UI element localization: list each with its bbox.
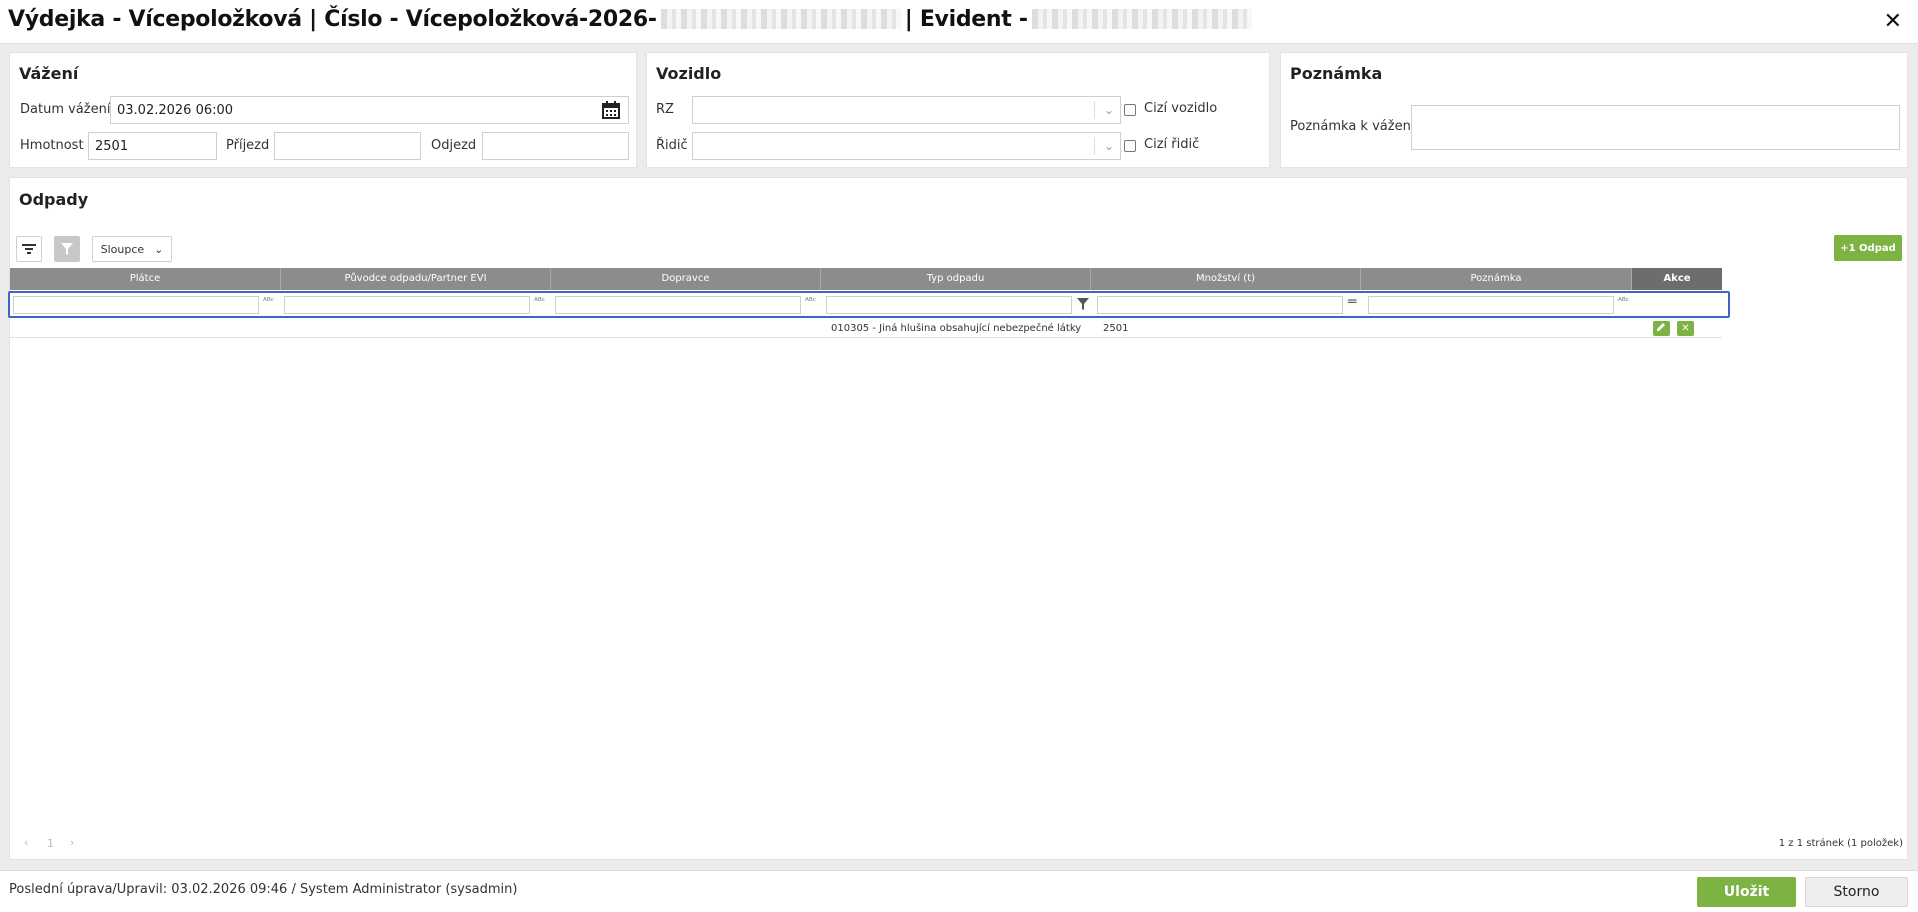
close-icon: ✕ [1681,323,1690,334]
prijezd-input[interactable] [274,132,421,160]
panel-odpady-title: Odpady [19,190,89,209]
column-header-akce: Akce [1632,268,1722,290]
panel-poznamka-title: Poznámka [1290,64,1383,83]
grid-header: Plátce Původce odpadu/Partner EVI Doprav… [10,268,1722,290]
text-filter-icon[interactable]: ᴬᴮᶜ [534,297,545,307]
last-edit-info: Poslední úprava/Upravil: 03.02.2026 09:4… [9,882,518,897]
filter-input-typ-odpadu[interactable] [826,296,1072,314]
cizi-vozidlo-checkbox[interactable] [1124,104,1136,116]
datum-vazeni-input[interactable]: 03.02.2026 06:00 [110,96,629,124]
odjezd-input[interactable] [482,132,629,160]
filter-input-mnozstvi[interactable] [1097,296,1343,314]
text-filter-icon[interactable]: ᴬᴮᶜ [1618,297,1629,307]
panel-poznamka: Poznámka Poznámka k vážení [1280,52,1908,168]
chevron-down-icon[interactable]: ⌄ [1094,101,1114,119]
dialog-title: Výdejka - Vícepoložková | Číslo - Vícepo… [8,7,1256,32]
ridic-label: Řidič [656,138,688,153]
dialog-titlebar: Výdejka - Vícepoložková | Číslo - Vícepo… [0,0,1918,44]
filter-row-button[interactable] [16,236,42,262]
delete-row-button[interactable]: ✕ [1677,321,1694,336]
panel-vazeni: Vážení Datum vážení 03.02.2026 06:00 Hmo… [9,52,637,168]
cizi-vozidlo-label: Cizí vozidlo [1144,101,1218,116]
ridic-select[interactable]: ⌄ [692,132,1121,160]
pencil-icon [1657,323,1665,331]
redacted-number [660,9,901,29]
calendar-icon[interactable] [602,101,620,119]
hmotnost-label: Hmotnost [20,138,84,153]
pager-page-number[interactable]: 1 [47,837,54,850]
edit-row-button[interactable] [1653,321,1670,336]
filter-input-dopravce[interactable] [555,296,801,314]
cizi-ridic-label: Cizí řidič [1144,137,1200,152]
pager-info: 1 z 1 stránek (1 položek) [1778,838,1903,849]
chevron-down-icon[interactable]: ⌄ [1094,137,1114,155]
pager-next-icon[interactable]: › [70,836,74,849]
equals-filter-icon[interactable]: ═ [1348,294,1356,310]
cell-mnozstvi: 2501 [1103,323,1129,334]
clear-filter-button[interactable] [54,236,80,262]
cancel-button[interactable]: Storno [1805,877,1908,907]
filter-row: ᴬᴮᶜ ᴬᴮᶜ ᴬᴮᶜ ═ ᴬᴮᶜ [8,291,1730,318]
panel-vozidlo-title: Vozidlo [656,64,722,83]
text-filter-icon[interactable]: ᴬᴮᶜ [805,297,816,307]
text-filter-icon[interactable]: ᴬᴮᶜ [263,297,274,307]
column-header-poznamka[interactable]: Poznámka [1361,268,1632,290]
column-header-platce[interactable]: Plátce [10,268,281,290]
funnel-icon[interactable] [1077,298,1089,310]
column-header-typ-odpadu[interactable]: Typ odpadu [821,268,1091,290]
prijezd-label: Příjezd [226,138,270,153]
redacted-evident [1031,9,1252,29]
panel-vozidlo: Vozidlo RZ ⌄ Cizí vozidlo Řidič ⌄ Cizí ř… [646,52,1270,168]
filter-input-puvodce[interactable] [284,296,530,314]
save-button[interactable]: Uložit [1697,877,1796,907]
datum-vazeni-label: Datum vážení [20,102,111,117]
clear-filter-icon [61,243,73,255]
column-header-dopravce[interactable]: Dopravce [551,268,821,290]
filter-input-poznamka[interactable] [1368,296,1614,314]
poznamka-textarea[interactable] [1411,105,1900,150]
column-header-puvodce[interactable]: Původce odpadu/Partner EVI [281,268,551,290]
columns-button[interactable]: Sloupce ⌄ [92,236,172,262]
cell-typ-odpadu: 010305 - Jiná hlušina obsahující nebezpe… [831,323,1082,334]
column-header-mnozstvi[interactable]: Množství (t) [1091,268,1361,290]
rz-select[interactable]: ⌄ [692,96,1121,124]
panel-vazeni-title: Vážení [19,64,79,83]
filter-input-platce[interactable] [13,296,259,314]
cizi-ridic-checkbox[interactable] [1124,140,1136,152]
chevron-down-icon: ⌄ [154,242,164,256]
close-icon[interactable]: ✕ [1884,9,1902,34]
pager-prev-icon[interactable]: ‹ [24,836,28,849]
filter-lines-icon [22,244,36,254]
hmotnost-input[interactable]: 2501 [88,132,217,160]
poznamka-label: Poznámka k vážení [1290,119,1415,134]
table-row[interactable]: 010305 - Jiná hlušina obsahující nebezpe… [10,320,1722,338]
add-odpad-button[interactable]: +1 Odpad [1834,235,1902,261]
odjezd-label: Odjezd [431,138,477,153]
rz-label: RZ [656,102,674,117]
